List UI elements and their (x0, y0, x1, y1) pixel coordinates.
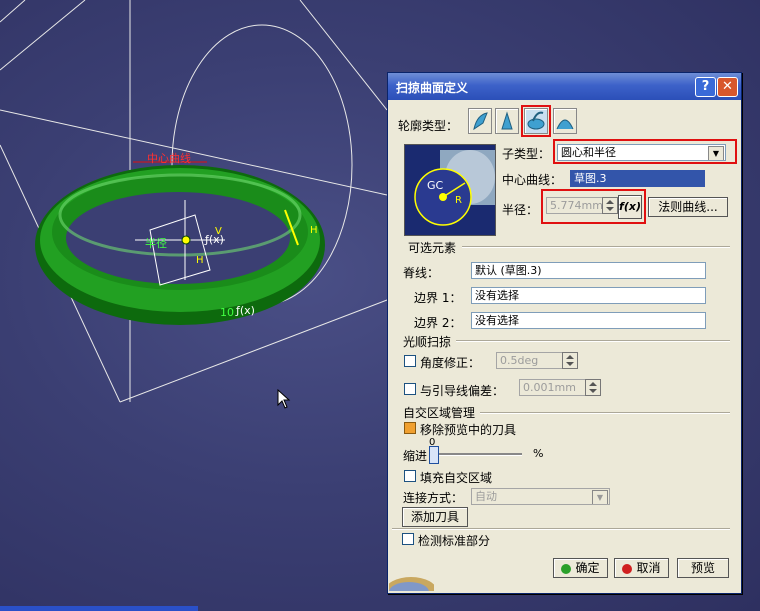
line-profile-button[interactable] (495, 108, 519, 134)
fx-annotation-2: ƒ(x) (236, 304, 255, 317)
help-button[interactable]: ? (695, 77, 716, 97)
ok-icon (561, 563, 572, 574)
smooth-section-title: 光顺扫掠 (403, 335, 452, 349)
deviation-field[interactable]: 0.001mm (519, 379, 586, 396)
boundary1-label: 边界 1： (414, 291, 462, 305)
angle-correction-spinner[interactable] (562, 352, 578, 369)
circle-preview-graphic (414, 150, 495, 226)
h-annotation: H (196, 255, 204, 266)
bottom-separator (392, 528, 730, 530)
self-section-title: 自交区域管理 (403, 406, 476, 420)
law-curve-button[interactable]: 法则曲线... (648, 197, 728, 217)
plane-edge (0, 0, 26, 23)
angle-correction-label: 角度修正： (420, 356, 481, 370)
indent-slider-handle[interactable] (429, 446, 439, 464)
connect-value: 自动 (475, 490, 497, 503)
add-tool-button[interactable]: 添加刀具 (402, 507, 468, 527)
conic-profile-button[interactable] (553, 108, 577, 134)
optional-section-title: 可选元素 (408, 241, 457, 255)
chevron-down-icon[interactable]: ▼ (592, 490, 608, 504)
check-standard-label: 检测标准部分 (418, 534, 491, 548)
spine-field[interactable]: 默认 (草图.3) (471, 262, 706, 279)
indent-label: 缩进 (403, 449, 428, 463)
preview-r-label: R (455, 195, 462, 206)
preview-button[interactable]: 预览 (677, 558, 729, 578)
connect-select[interactable]: 自动 ▼ (471, 488, 610, 505)
radius-label: 半径： (502, 203, 539, 217)
dialog-logo-icon (389, 577, 434, 591)
line-profile-icon (501, 111, 513, 130)
cancel-button[interactable]: 取消 (614, 558, 669, 578)
connect-label: 连接方式： (403, 491, 464, 505)
circle-preview-image: GC R (404, 144, 496, 236)
self-separator (480, 412, 730, 414)
torus-surface (35, 165, 325, 325)
smooth-separator (456, 340, 730, 342)
explicit-profile-icon (473, 112, 488, 131)
profile-type-label: 轮廓类型： (398, 119, 459, 133)
v-annotation: V (215, 226, 222, 237)
subtype-label: 子类型： (502, 147, 551, 161)
deviation-spinner[interactable] (585, 379, 601, 396)
preview-gc-label: GC (427, 179, 444, 192)
profile-highlight-box (521, 105, 551, 137)
cancel-icon (622, 563, 633, 574)
spine-label: 脊线： (403, 266, 440, 280)
indent-slider-track[interactable] (432, 453, 522, 456)
plane-edge (299, 0, 388, 111)
radius-annotation: 半径 (145, 237, 167, 250)
optional-separator (462, 246, 730, 248)
mouse-cursor-icon (277, 389, 291, 409)
ok-label: 确定 (575, 561, 600, 575)
close-button[interactable]: ✕ (717, 77, 738, 97)
conic-profile-icon (556, 119, 574, 130)
remove-tools-label: 移除预览中的刀具 (420, 423, 517, 437)
dialog-titlebar[interactable]: 扫掠曲面定义 ? ✕ (388, 73, 741, 100)
center-point (181, 235, 191, 245)
center-curve-field[interactable]: 草图.3 (570, 170, 705, 187)
subtype-highlight-box (553, 139, 737, 164)
radius-highlight-box (541, 189, 646, 224)
h-annotation-2: H (310, 225, 318, 236)
fill-self-label: 填充自交区域 (420, 471, 493, 485)
center-curve-label: 中心曲线： (502, 173, 563, 187)
deviation-label: 与引导线偏差： (420, 384, 505, 398)
center-curve-annotation: 中心曲线 (147, 152, 191, 165)
indent-unit: % (533, 447, 544, 460)
cancel-label: 取消 (636, 561, 661, 575)
boundary1-field[interactable]: 没有选择 (471, 287, 706, 304)
boundary2-label: 边界 2： (414, 316, 462, 330)
explicit-profile-button[interactable] (468, 108, 492, 134)
angle-correction-checkbox[interactable] (404, 355, 416, 367)
angle-correction-field[interactable]: 0.5deg (496, 352, 563, 369)
boundary2-field[interactable]: 没有选择 (471, 312, 706, 329)
fill-self-checkbox[interactable] (404, 470, 416, 482)
deviation-checkbox[interactable] (404, 383, 416, 395)
ten-annotation: 10 (220, 306, 234, 319)
check-standard-checkbox[interactable] (402, 533, 414, 545)
taskbar-strip (0, 606, 198, 611)
remove-tools-checkbox[interactable] (404, 422, 416, 434)
dialog-title: 扫掠曲面定义 (396, 81, 469, 95)
ok-button[interactable]: 确定 (553, 558, 608, 578)
